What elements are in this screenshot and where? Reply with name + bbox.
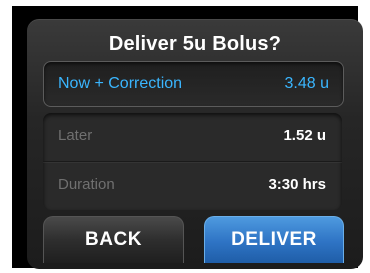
now-correction-row[interactable]: Now + Correction 3.48 u (43, 61, 344, 107)
later-value: 1.52 u (283, 127, 326, 144)
deliver-button[interactable]: DELIVER (204, 216, 344, 263)
duration-row: Duration 3:30 hrs (43, 162, 342, 210)
extended-bolus-details: Later 1.52 u Duration 3:30 hrs (43, 113, 342, 210)
now-correction-value: 3.48 u (284, 75, 329, 92)
duration-value: 3:30 hrs (268, 176, 326, 193)
now-correction-label: Now + Correction (58, 75, 183, 92)
later-row: Later 1.52 u (43, 113, 342, 161)
dialog-title: Deliver 5u Bolus? (108, 33, 282, 55)
duration-label: Duration (58, 176, 115, 193)
later-label: Later (58, 127, 93, 144)
back-button[interactable]: BACK (43, 216, 184, 263)
